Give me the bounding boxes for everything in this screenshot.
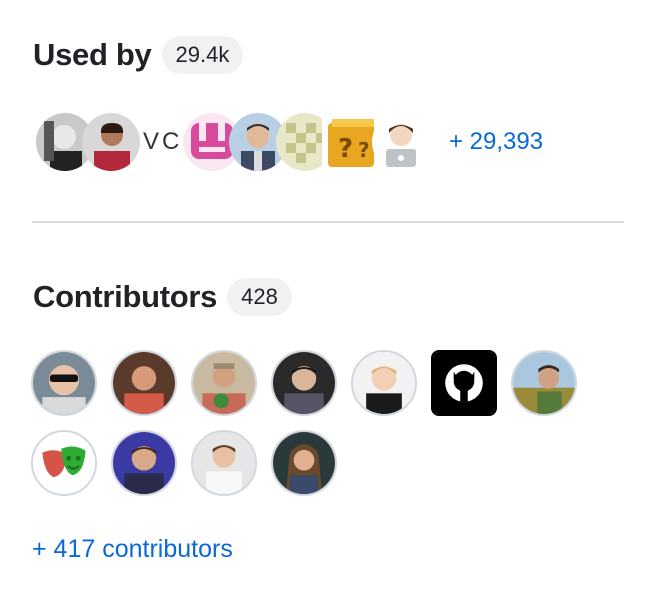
contributor-avatar[interactable] xyxy=(511,350,577,416)
dependent-repo-avatar[interactable] xyxy=(82,113,140,171)
contributors-title[interactable]: Contributors xyxy=(33,279,217,315)
svg-text:?: ? xyxy=(358,138,370,162)
contributor-avatar[interactable] xyxy=(271,430,337,496)
contributors-more-link[interactable]: + 417 contributors xyxy=(32,535,233,564)
contributors-count-badge: 428 xyxy=(227,278,292,316)
contributors-header: Contributors 428 xyxy=(33,278,292,316)
vc-text-avatar[interactable]: VC xyxy=(143,128,182,156)
playwright-masks-icon xyxy=(33,432,95,494)
used-by-title[interactable]: Used by xyxy=(33,37,152,73)
contributor-avatar[interactable] xyxy=(431,350,497,416)
dependent-repo-avatar[interactable] xyxy=(372,113,430,171)
section-divider xyxy=(32,221,624,223)
contributor-avatar[interactable] xyxy=(271,350,337,416)
used-by-more-link[interactable]: + 29,393 xyxy=(449,128,543,156)
contributor-avatar[interactable] xyxy=(351,350,417,416)
svg-text:?: ? xyxy=(338,134,353,164)
contributor-avatar[interactable] xyxy=(191,350,257,416)
contributor-avatar[interactable] xyxy=(191,430,257,496)
contributor-avatar[interactable] xyxy=(31,350,97,416)
used-by-header: Used by 29.4k xyxy=(33,36,244,74)
used-by-count-badge: 29.4k xyxy=(161,36,244,74)
github-icon xyxy=(433,352,495,414)
contributor-avatar[interactable] xyxy=(31,430,97,496)
contributor-avatar[interactable] xyxy=(111,350,177,416)
contributor-avatar[interactable] xyxy=(111,430,177,496)
